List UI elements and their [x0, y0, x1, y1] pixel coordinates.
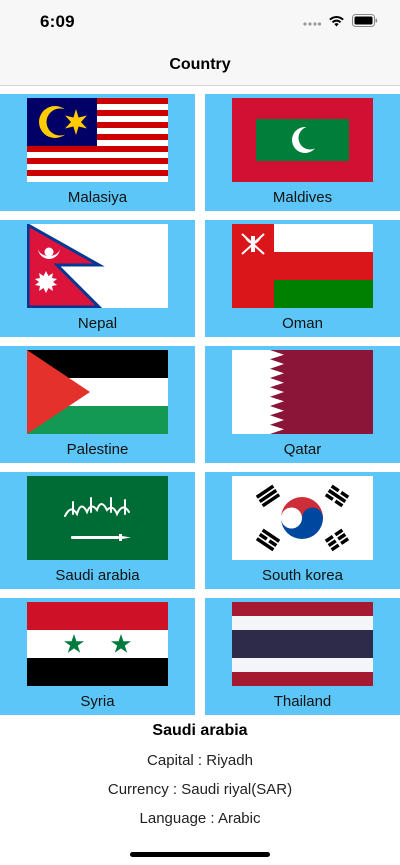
country-name: South korea [262, 567, 343, 584]
capital-label: Capital : [147, 752, 207, 769]
status-bar: 6:09 [0, 0, 400, 44]
palestine-flag [27, 350, 168, 434]
nepal-flag [27, 224, 168, 308]
page-title: Country [169, 56, 231, 73]
country-name: Syria [80, 693, 115, 710]
south-korea-flag [232, 476, 373, 560]
maldives-flag [232, 98, 373, 182]
selected-country-name: Saudi arabia [152, 722, 248, 739]
capital-line: Capital : Riyadh [0, 752, 400, 769]
country-cell-thailand[interactable]: Thailand [205, 598, 400, 715]
status-time: 6:09 [40, 12, 75, 31]
currency-label: Currency : [107, 781, 182, 798]
country-cell-palestine[interactable]: Palestine [0, 346, 195, 463]
oman-flag [232, 224, 373, 308]
country-name: Thailand [273, 693, 332, 710]
country-name: Nepal [77, 315, 118, 332]
status-icons [303, 14, 378, 32]
thailand-flag [232, 602, 373, 686]
currency-line: Currency : Saudi riyal(SAR) [0, 781, 400, 798]
country-cell-maldives[interactable]: Maldives [205, 94, 400, 211]
country-name: Saudi arabia [55, 567, 140, 584]
country-cell-oman[interactable]: Oman [205, 220, 400, 337]
language-line: Language : Arabic [0, 810, 400, 827]
syria-flag [27, 602, 168, 686]
language-value: Arabic [217, 810, 261, 827]
home-indicator[interactable] [130, 852, 270, 857]
navigation-bar: Country [0, 44, 400, 86]
saudi-arabia-flag [27, 476, 168, 560]
country-cell-malasiya[interactable]: Malasiya [0, 94, 195, 211]
country-name: Malasiya [67, 189, 128, 206]
country-cell-saudi-arabia[interactable]: Saudi arabia [0, 472, 195, 589]
wifi-icon [328, 14, 345, 32]
battery-icon [352, 14, 378, 32]
signal-dots-icon [303, 14, 322, 32]
country-cell-nepal[interactable]: Nepal [0, 220, 195, 337]
qatar-flag [232, 350, 373, 434]
language-label: Language : [139, 810, 218, 827]
country-name: Maldives [272, 189, 333, 206]
malaysia-flag [27, 98, 168, 182]
country-name: Qatar [283, 441, 322, 458]
country-cell-south-korea[interactable]: South korea [205, 472, 400, 589]
capital-value: Riyadh [206, 752, 253, 769]
country-cell-syria[interactable]: Syria [0, 598, 195, 715]
currency-value: Saudi riyal(SAR) [181, 781, 293, 798]
country-name: Palestine [66, 441, 129, 458]
country-cell-qatar[interactable]: Qatar [205, 346, 400, 463]
country-name: Oman [282, 315, 323, 332]
